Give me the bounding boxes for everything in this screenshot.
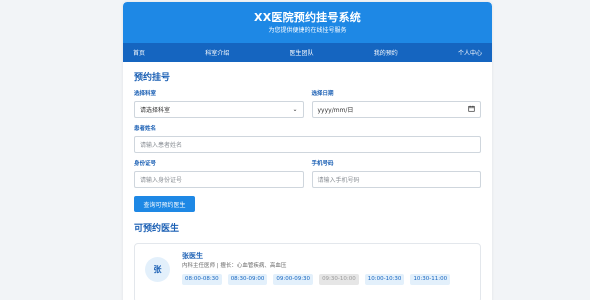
site-subtitle: 为您提供便捷的在线挂号服务 [268, 27, 347, 34]
main-content: 预约挂号 选择科室 请选择科室 ⌄ 选择日期 yyyy/mm/日 患者姓名 请输… [123, 62, 492, 300]
query-doctors-button[interactable]: 查询可预约医生 [134, 196, 195, 212]
available-doctors-title: 可预约医生 [134, 224, 180, 234]
time-slot[interactable]: 10:30-11:00 [410, 274, 451, 285]
patient-name-label: 患者姓名 [134, 126, 157, 132]
nav-item-my-appointments[interactable]: 我的预约 [374, 48, 398, 57]
site-header: XX医院预约挂号系统 为您提供便捷的在线挂号服务 [123, 2, 492, 43]
time-slot-unavailable: 09:30-10:00 [319, 274, 359, 285]
booking-title: 预约挂号 [134, 73, 171, 83]
doctor-card: 张 张医生 内科主任医师 | 擅长：心血管疾病、高血压 08:00-08:30 … [134, 243, 481, 300]
time-slot[interactable]: 10:00-10:30 [364, 274, 405, 285]
chevron-down-icon: ⌄ [292, 106, 298, 113]
phone-placeholder: 请输入手机号码 [317, 177, 360, 184]
department-select-value: 请选择科室 [140, 107, 171, 114]
nav-item-profile[interactable]: 个人中心 [458, 48, 482, 57]
time-slot-list: 08:00-08:30 08:30-09:00 09:00-09:30 09:3… [182, 274, 451, 285]
id-number-field: 身份证号 请输入身份证号 [134, 161, 304, 188]
doctor-info: 张医生 内科主任医师 | 擅长：心血管疾病、高血压 08:00-08:30 08… [182, 252, 451, 300]
time-slot[interactable]: 09:00-09:30 [273, 274, 314, 285]
department-field: 选择科室 请选择科室 ⌄ [134, 91, 304, 118]
patient-name-input[interactable]: 请输入患者姓名 [134, 136, 481, 153]
phone-field: 手机号码 请输入手机号码 [311, 161, 481, 188]
avatar: 张 [145, 257, 170, 282]
site-title: XX医院预约挂号系统 [254, 11, 361, 24]
doctor-name: 张医生 [182, 252, 203, 260]
nav-item-departments[interactable]: 科室介绍 [205, 48, 229, 57]
app-container: XX医院预约挂号系统 为您提供便捷的在线挂号服务 首页 科室介绍 医生团队 我的… [123, 2, 492, 300]
date-field: 选择日期 yyyy/mm/日 [311, 91, 481, 118]
date-input-value: yyyy/mm/日 [317, 107, 354, 114]
nav-item-doctors[interactable]: 医生团队 [289, 48, 313, 57]
time-slot[interactable]: 08:30-09:00 [227, 274, 268, 285]
date-label: 选择日期 [311, 91, 334, 97]
patient-name-field: 患者姓名 请输入患者姓名 [134, 126, 481, 153]
id-number-placeholder: 请输入身份证号 [140, 177, 183, 184]
doctor-description: 内科主任医师 | 擅长：心血管疾病、高血压 [182, 263, 287, 269]
id-number-label: 身份证号 [134, 161, 157, 167]
id-number-input[interactable]: 请输入身份证号 [134, 171, 304, 188]
nav-item-home[interactable]: 首页 [133, 48, 145, 57]
department-label: 选择科室 [134, 91, 157, 97]
department-select[interactable]: 请选择科室 ⌄ [134, 101, 304, 118]
calendar-icon[interactable] [468, 105, 475, 114]
time-slot[interactable]: 08:00-08:30 [182, 274, 222, 285]
date-input[interactable]: yyyy/mm/日 [311, 101, 481, 118]
patient-name-placeholder: 请输入患者姓名 [140, 142, 183, 149]
main-nav: 首页 科室介绍 医生团队 我的预约 个人中心 [123, 43, 492, 62]
phone-label: 手机号码 [311, 161, 334, 167]
phone-input[interactable]: 请输入手机号码 [311, 171, 481, 188]
